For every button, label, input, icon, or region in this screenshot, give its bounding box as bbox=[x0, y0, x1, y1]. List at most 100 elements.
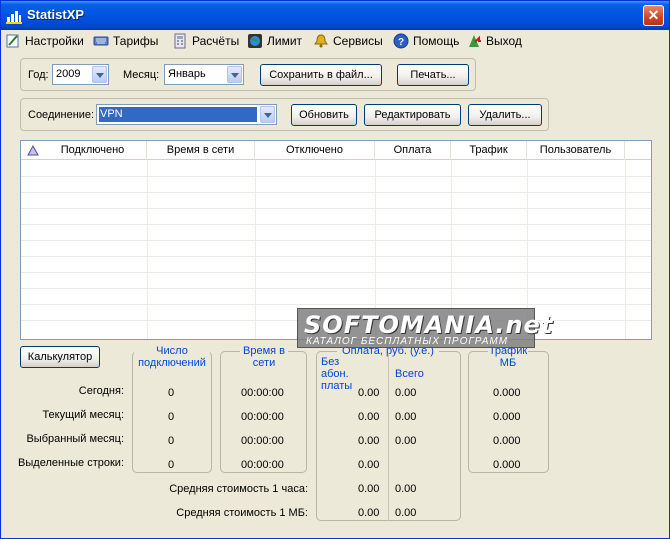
settings-icon bbox=[6, 34, 19, 47]
grid-divider bbox=[21, 240, 651, 241]
menu-services[interactable]: Сервисы bbox=[313, 32, 383, 49]
column-header-online-time[interactable]: Время в сети bbox=[147, 141, 255, 160]
connections-group-title: Число подключений bbox=[134, 345, 210, 369]
connection-label: Соединение: bbox=[28, 109, 95, 121]
today-pay-total: 0.00 bbox=[395, 387, 417, 399]
print-button[interactable]: Печать... bbox=[397, 64, 469, 86]
grid-divider bbox=[21, 272, 651, 273]
menu-tariffs[interactable]: Тарифы bbox=[93, 32, 158, 49]
menu-bar: Настройки Тарифы Расчёты Лимит Сервисы ?… bbox=[1, 30, 669, 51]
month-value: Январь bbox=[168, 68, 206, 80]
selected-rows-pay-no-sub: 0.00 bbox=[358, 459, 380, 471]
menu-help[interactable]: ? Помощь bbox=[393, 32, 459, 49]
month-select[interactable]: Январь bbox=[164, 64, 244, 85]
avg-hour-cost-label: Средняя стоимость 1 часа: bbox=[169, 483, 308, 495]
app-window: StatistXP ✕ Настройки Тарифы Расчёты Лим… bbox=[0, 0, 670, 539]
avg-mb-cost-label: Средняя стоимость 1 МБ: bbox=[176, 507, 308, 519]
selected-month-time: 00:00:00 bbox=[241, 435, 284, 447]
today-traffic: 0.000 bbox=[493, 387, 521, 399]
title-bar[interactable]: StatistXP ✕ bbox=[1, 1, 669, 30]
exit-icon bbox=[469, 34, 481, 47]
row-label-current-month: Текущий месяц: bbox=[42, 409, 124, 421]
selected-rows-time: 00:00:00 bbox=[241, 459, 284, 471]
calculator-icon bbox=[174, 33, 186, 48]
grid-divider bbox=[21, 288, 651, 289]
calculator-button[interactable]: Калькулятор bbox=[20, 346, 100, 368]
menu-exit[interactable]: Выход bbox=[466, 32, 522, 49]
menu-label: Помощь bbox=[413, 33, 460, 48]
chevron-down-icon[interactable] bbox=[227, 66, 242, 83]
grid-divider bbox=[21, 256, 651, 257]
menu-label: Настройки bbox=[25, 33, 84, 48]
grid-divider bbox=[625, 160, 626, 339]
selected-month-pay-total: 0.00 bbox=[395, 435, 417, 447]
menu-label: Сервисы bbox=[333, 33, 383, 48]
today-pay-no-sub: 0.00 bbox=[358, 387, 380, 399]
column-header-disconnected[interactable]: Отключено bbox=[255, 141, 375, 160]
grid-divider bbox=[21, 208, 651, 209]
current-month-pay-total: 0.00 bbox=[395, 411, 417, 423]
traffic-group-title: Трафик МБ bbox=[488, 345, 528, 369]
connection-select[interactable]: VPN bbox=[96, 104, 277, 125]
current-month-time: 00:00:00 bbox=[241, 411, 284, 423]
app-icon bbox=[6, 11, 22, 24]
column-header-connected[interactable]: Подключено bbox=[21, 141, 147, 160]
selected-month-connections: 0 bbox=[168, 435, 175, 447]
menu-label: Лимит bbox=[267, 33, 303, 48]
selected-rows-traffic: 0.000 bbox=[493, 459, 521, 471]
globe-icon bbox=[248, 33, 262, 48]
close-button[interactable]: ✕ bbox=[643, 5, 664, 26]
avg-mb-total: 0.00 bbox=[395, 507, 417, 519]
row-label-today: Сегодня: bbox=[78, 385, 124, 397]
menu-limit[interactable]: Лимит bbox=[247, 32, 302, 49]
window-title: StatistXP bbox=[27, 7, 85, 22]
chevron-down-icon[interactable] bbox=[260, 106, 275, 123]
refresh-button[interactable]: Обновить bbox=[291, 104, 357, 126]
save-to-file-button[interactable]: Сохранить в файл... bbox=[260, 64, 382, 86]
row-label-selected-rows: Выделенные строки: bbox=[18, 457, 124, 469]
row-label-selected-month: Выбранный месяц: bbox=[26, 433, 124, 445]
grid-divider bbox=[21, 304, 651, 305]
watermark-logo: SOFTOMANIA.net КАТАЛОГ БЕСПЛАТНЫХ ПРОГРА… bbox=[297, 308, 552, 348]
delete-button[interactable]: Удалить... bbox=[468, 104, 542, 126]
column-header-payment[interactable]: Оплата bbox=[375, 141, 451, 160]
bell-icon bbox=[314, 33, 328, 47]
menu-calculations[interactable]: Расчёты bbox=[172, 32, 239, 49]
watermark-subtitle: КАТАЛОГ БЕСПЛАТНЫХ ПРОГРАММ bbox=[306, 336, 509, 347]
current-month-traffic: 0.000 bbox=[493, 411, 521, 423]
payment-divider bbox=[388, 353, 389, 521]
menu-label: Выход bbox=[486, 33, 522, 48]
year-value: 2009 bbox=[56, 68, 81, 80]
connection-value: VPN bbox=[99, 107, 257, 122]
year-label: Год: bbox=[28, 69, 49, 81]
table-header: Подключено Время в сети Отключено Оплата… bbox=[21, 141, 651, 160]
grid-divider bbox=[21, 176, 651, 177]
menu-label: Тарифы bbox=[113, 33, 159, 48]
current-month-connections: 0 bbox=[168, 411, 175, 423]
grid-divider bbox=[147, 160, 148, 339]
svg-text:?: ? bbox=[398, 37, 404, 48]
help-icon: ? bbox=[393, 33, 409, 48]
time-group-title: Время в сети bbox=[240, 345, 288, 369]
selected-month-traffic: 0.000 bbox=[493, 435, 521, 447]
column-header-traffic[interactable]: Трафик bbox=[451, 141, 527, 160]
grid-divider bbox=[21, 192, 651, 193]
watermark-title: SOFTOMANIA.net bbox=[304, 311, 554, 339]
year-select[interactable]: 2009 bbox=[52, 64, 109, 85]
selected-rows-connections: 0 bbox=[168, 459, 175, 471]
today-time: 00:00:00 bbox=[241, 387, 284, 399]
menu-settings[interactable]: Настройки bbox=[5, 32, 84, 49]
grid-divider bbox=[21, 224, 651, 225]
today-connections: 0 bbox=[168, 387, 175, 399]
menu-label: Расчёты bbox=[192, 33, 240, 48]
avg-mb-no-sub: 0.00 bbox=[358, 507, 380, 519]
avg-hour-no-sub: 0.00 bbox=[358, 483, 380, 495]
keyboard-icon bbox=[93, 36, 109, 45]
chevron-down-icon[interactable] bbox=[92, 66, 107, 83]
column-header-user[interactable]: Пользователь bbox=[527, 141, 625, 160]
avg-hour-total: 0.00 bbox=[395, 483, 417, 495]
payment-total-header: Всего bbox=[395, 368, 424, 380]
month-label: Месяц: bbox=[123, 69, 160, 81]
grid-divider bbox=[255, 160, 256, 339]
edit-button[interactable]: Редактировать bbox=[364, 104, 461, 126]
